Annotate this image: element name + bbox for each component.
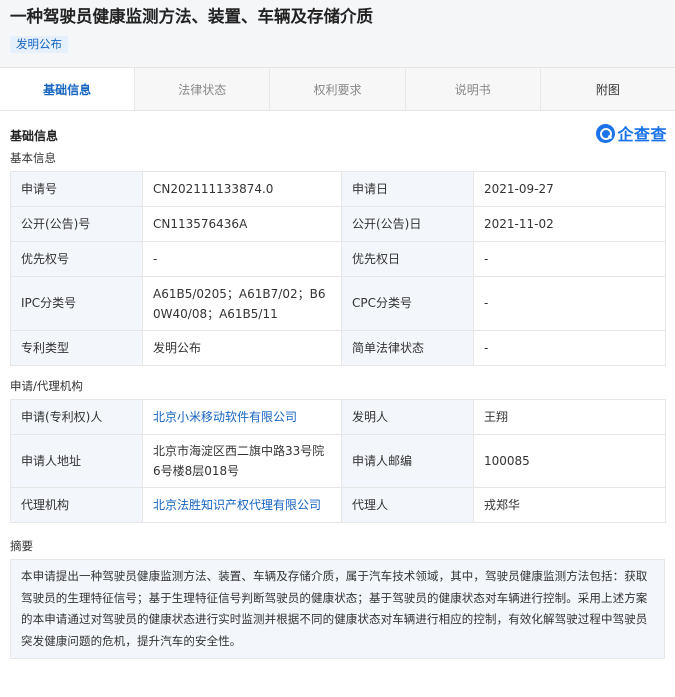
field-label: 专利类型 bbox=[10, 330, 143, 366]
magnifier-icon bbox=[596, 123, 616, 143]
applicant-link[interactable]: 北京小米移动软件有限公司 bbox=[142, 399, 342, 435]
table-row: 申请号 CN202111133874.0 申请日 2021-09-27 bbox=[10, 171, 666, 207]
tab-legal-status[interactable]: 法律状态 bbox=[135, 68, 271, 110]
table-row: 公开(公告)号 CN113576436A 公开(公告)日 2021-11-02 bbox=[10, 206, 666, 242]
table-row: 专利类型 发明公布 简单法律状态 - bbox=[10, 330, 666, 366]
section-header: 基础信息 企查查 bbox=[0, 121, 675, 149]
agent: 戎郑华 bbox=[473, 487, 666, 523]
table-row: 申请人地址 北京市海淀区西二旗中路33号院6号楼8层018号 申请人邮编 100… bbox=[10, 434, 666, 488]
field-label: 申请人邮编 bbox=[341, 434, 474, 488]
table-row: 代理机构 北京法胜知识产权代理有限公司 代理人 戎郑华 bbox=[10, 487, 666, 523]
table-row: 申请(专利权)人 北京小米移动软件有限公司 发明人 王翔 bbox=[10, 399, 666, 435]
brand-logo: 企查查 bbox=[596, 121, 667, 145]
inventor: 王翔 bbox=[473, 399, 666, 435]
section-title: 基础信息 bbox=[10, 129, 59, 143]
application-date: 2021-09-27 bbox=[473, 171, 666, 207]
agency-link[interactable]: 北京法胜知识产权代理有限公司 bbox=[142, 487, 342, 523]
applicant-address: 北京市海淀区西二旗中路33号院6号楼8层018号 bbox=[142, 434, 342, 488]
status-badge: 发明公布 bbox=[10, 36, 68, 53]
field-label: 申请人地址 bbox=[10, 434, 143, 488]
brand-name: 企查查 bbox=[617, 125, 667, 144]
field-label: CPC分类号 bbox=[341, 276, 474, 331]
field-label: 代理机构 bbox=[10, 487, 143, 523]
field-label: 申请日 bbox=[341, 171, 474, 207]
ipc-classification: A61B5/0205；A61B7/02；B60W40/08；A61B5/11 bbox=[142, 276, 342, 331]
field-label: 申请(专利权)人 bbox=[10, 399, 143, 435]
patent-type: 发明公布 bbox=[142, 330, 342, 366]
application-number: CN202111133874.0 bbox=[142, 171, 342, 207]
basic-info-subtitle: 基本信息 bbox=[10, 151, 56, 165]
patent-title: 一种驾驶员健康监测方法、装置、车辆及存储介质 bbox=[10, 7, 373, 26]
tab-basic-info[interactable]: 基础信息 bbox=[0, 68, 136, 110]
field-label: 发明人 bbox=[341, 399, 474, 435]
field-label: 申请号 bbox=[10, 171, 143, 207]
legal-status: - bbox=[473, 330, 666, 366]
cpc-classification: - bbox=[473, 276, 666, 331]
tab-bar: 基础信息 法律状态 权利要求 说明书 附图 bbox=[0, 67, 675, 111]
table-row: 优先权号 - 优先权日 - bbox=[10, 241, 666, 277]
abstract-text: 本申请提出一种驾驶员健康监测方法、装置、车辆及存储介质，属于汽车技术领域，其中，… bbox=[10, 559, 665, 659]
field-label: 优先权日 bbox=[341, 241, 474, 277]
field-label: 代理人 bbox=[341, 487, 474, 523]
publication-date: 2021-11-02 bbox=[473, 206, 666, 242]
tab-description[interactable]: 说明书 bbox=[405, 68, 541, 110]
field-label: IPC分类号 bbox=[10, 276, 143, 331]
tab-claims[interactable]: 权利要求 bbox=[270, 68, 406, 110]
applicant-postcode: 100085 bbox=[473, 434, 666, 488]
field-label: 公开(公告)日 bbox=[341, 206, 474, 242]
abstract-subtitle: 摘要 bbox=[10, 539, 33, 553]
agency-table: 申请(专利权)人 北京小米移动软件有限公司 发明人 王翔 申请人地址 北京市海淀… bbox=[10, 399, 666, 523]
priority-number: - bbox=[142, 241, 342, 277]
table-row: IPC分类号 A61B5/0205；A61B7/02；B60W40/08；A61… bbox=[10, 276, 666, 331]
field-label: 优先权号 bbox=[10, 241, 143, 277]
tab-drawings[interactable]: 附图 bbox=[540, 68, 675, 110]
field-label: 公开(公告)号 bbox=[10, 206, 143, 242]
priority-date: - bbox=[473, 241, 666, 277]
page-header: 一种驾驶员健康监测方法、装置、车辆及存储介质 发明公布 bbox=[0, 0, 675, 67]
publication-number: CN113576436A bbox=[142, 206, 342, 242]
agency-subtitle: 申请/代理机构 bbox=[10, 379, 83, 393]
field-label: 简单法律状态 bbox=[341, 330, 474, 366]
basic-info-table: 申请号 CN202111133874.0 申请日 2021-09-27 公开(公… bbox=[10, 171, 666, 366]
